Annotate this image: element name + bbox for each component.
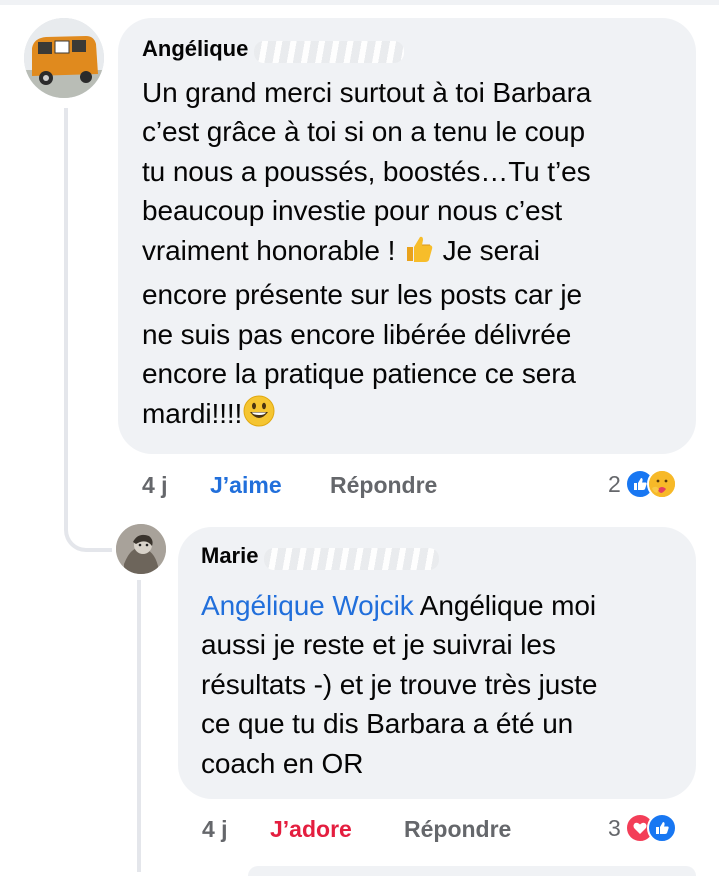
thread-connector-line [64,108,112,552]
reaction-count: 3 [608,814,621,841]
redacted-surname [254,40,405,63]
profile-photo-icon [116,524,166,574]
mention-link[interactable]: Angélique Wojcik [201,590,414,621]
next-comment-bubble-edge [248,866,696,876]
comment-author[interactable]: Angélique [142,36,248,62]
comment-time[interactable]: 4 j [142,472,168,499]
reaction-summary[interactable]: 3 [608,813,677,843]
reaction-count: 2 [608,470,621,497]
reply-bubble: Marie Angélique Wojcik Angélique moi aus… [178,527,696,799]
thumbs-up-icon [403,233,435,276]
comment-actions: 4 j J’adore Répondre 3 [202,813,702,848]
comment-author[interactable]: Marie [201,543,258,569]
like-button[interactable]: J’aime [210,472,282,499]
comment-time[interactable]: 4 j [202,816,228,843]
reply-thread-line [137,580,141,872]
redacted-surname [264,547,440,570]
reaction-summary[interactable]: 2 [608,469,677,499]
comment-actions: 4 j J’aime Répondre 2 [142,469,702,504]
avatar[interactable] [116,524,166,574]
love-button[interactable]: J’adore [270,816,352,843]
avatar[interactable] [24,18,104,98]
reply-button[interactable]: Répondre [330,472,437,499]
van-photo-icon [24,18,104,98]
top-divider [0,0,719,5]
care-icon [646,469,677,499]
reply-button[interactable]: Répondre [404,816,511,843]
like-icon [646,813,677,843]
comment-bubble: Angélique Un grand merci surtout à toi B… [118,18,696,454]
grinning-face-icon [242,394,276,439]
comment-text: Un grand merci surtout à toi Barbara c’e… [142,73,674,439]
comment-text: Angélique Wojcik Angélique moi aussi je … [201,586,676,784]
